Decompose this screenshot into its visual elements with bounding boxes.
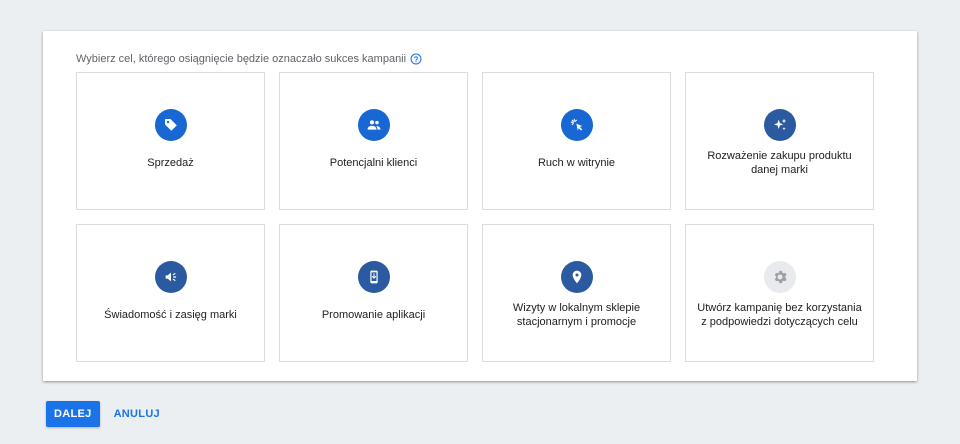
goal-label: Świadomość i zasięg marki <box>104 309 237 321</box>
goal-grid: Sprzedaż Potencjalni klienci Ruch w witr… <box>76 72 874 362</box>
goal-label: Rozważenie zakupu produktu danej marki <box>707 150 852 176</box>
goal-tile-website-traffic[interactable]: Ruch w witrynie <box>482 72 671 210</box>
goal-tile-brand-awareness[interactable]: Świadomość i zasięg marki <box>76 224 265 362</box>
location-pin-icon <box>560 261 593 293</box>
goal-label: Wizyty w lokalnym sklepie stacjonarnym i… <box>512 302 641 328</box>
goal-prompt-text: Wybierz cel, którego osiągnięcie będzie … <box>76 53 407 65</box>
goal-label: Promowanie aplikacji <box>321 309 426 321</box>
goal-label: Potencjalni klienci <box>329 157 418 169</box>
goal-tile-app-promotion[interactable]: Promowanie aplikacji <box>279 224 468 362</box>
goal-tile-leads[interactable]: Potencjalni klienci <box>279 72 468 210</box>
megaphone-icon <box>154 261 187 293</box>
goal-tile-sales[interactable]: Sprzedaż <box>76 72 265 210</box>
help-circle-icon[interactable] <box>410 53 422 65</box>
goal-tile-brand-consideration[interactable]: Rozważenie zakupu produktu danej marki <box>685 72 874 210</box>
cursor-click-icon <box>560 109 593 141</box>
form-actions: DALEJ ANULUJ <box>46 401 162 427</box>
goal-prompt: Wybierz cel, którego osiągnięcie będzie … <box>76 53 422 65</box>
goal-tile-local-store-visits[interactable]: Wizyty w lokalnym sklepie stacjonarnym i… <box>482 224 671 362</box>
goal-label: Utwórz kampanię bez korzystania z podpow… <box>697 302 862 328</box>
tag-icon <box>154 109 187 141</box>
goal-tile-no-goal[interactable]: Utwórz kampanię bez korzystania z podpow… <box>685 224 874 362</box>
next-button[interactable]: DALEJ <box>46 401 100 427</box>
people-icon <box>357 109 390 141</box>
gear-icon <box>763 261 796 293</box>
sparkle-icon <box>763 109 796 141</box>
goal-label: Sprzedaż <box>147 157 194 169</box>
mobile-download-icon <box>357 261 390 293</box>
goal-label: Ruch w witrynie <box>537 157 616 169</box>
goal-selection-card: Wybierz cel, którego osiągnięcie będzie … <box>43 31 917 381</box>
cancel-button[interactable]: ANULUJ <box>112 401 162 427</box>
